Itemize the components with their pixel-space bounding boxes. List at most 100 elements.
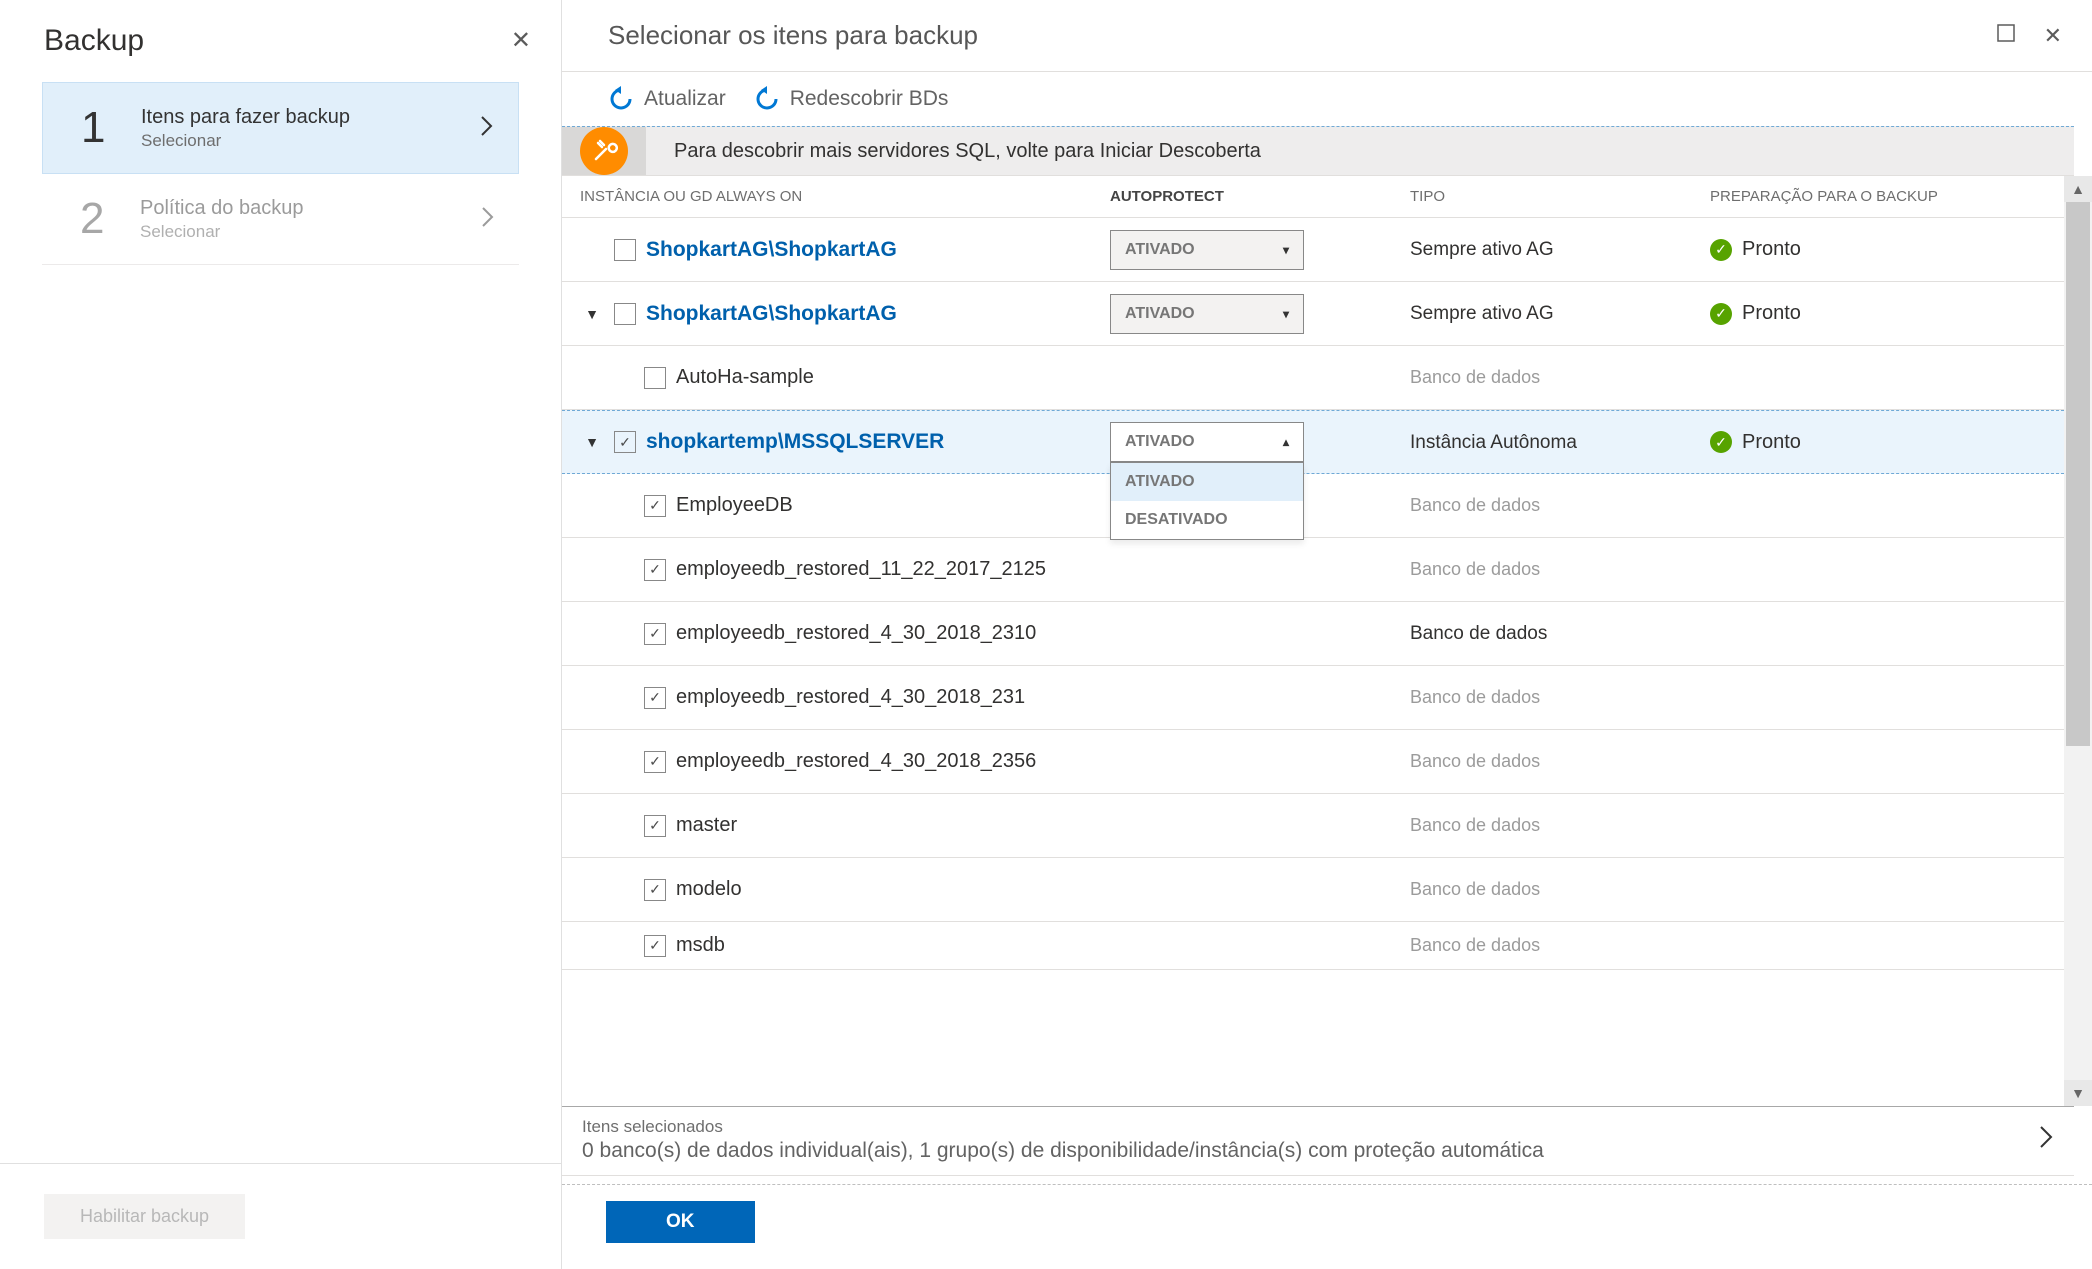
- check-circle-icon: ✓: [1710, 431, 1732, 453]
- table-row[interactable]: ✓ employeedb_restored_4_30_2018_231 Banc…: [562, 666, 2064, 730]
- chevron-down-icon: ▾: [1283, 307, 1289, 321]
- table-row[interactable]: ✓ employeedb_restored_4_30_2018_2310 Ban…: [562, 602, 2064, 666]
- table-row[interactable]: ✓ EmployeeDB Banco de dados: [562, 474, 2064, 538]
- table-row[interactable]: ▼ ✓ shopkartemp\MSSQLSERVER ATIVADO ▴ AT…: [562, 410, 2064, 474]
- checkbox[interactable]: [644, 367, 666, 389]
- autoprotect-dropdown[interactable]: ATIVADO ▾: [1110, 230, 1304, 270]
- ok-button[interactable]: OK: [606, 1201, 755, 1243]
- db-name: master: [676, 814, 737, 837]
- col-prep: PREPARAÇÃO PARA O BACKUP: [1710, 188, 2064, 205]
- autoprotect-dropdown[interactable]: ATIVADO ▴: [1110, 422, 1304, 462]
- col-instance: INSTÂNCIA OU GD ALWAYS ON: [580, 188, 1110, 205]
- checkbox[interactable]: ✓: [644, 879, 666, 901]
- check-circle-icon: ✓: [1710, 303, 1732, 325]
- close-icon[interactable]: ✕: [511, 29, 531, 53]
- step-backup-policy[interactable]: 2 Política do backup Selecionar: [42, 174, 519, 265]
- checkbox[interactable]: ✓: [644, 495, 666, 517]
- step-number: 2: [80, 194, 140, 244]
- left-panel: Backup ✕ 1 Itens para fazer backup Selec…: [0, 0, 562, 1269]
- check-circle-icon: ✓: [1710, 239, 1732, 261]
- checkbox[interactable]: ✓: [644, 935, 666, 957]
- info-bar: Para descobrir mais servidores SQL, volt…: [562, 126, 2074, 176]
- tipo-value: Banco de dados: [1410, 879, 1540, 899]
- step-subtitle: Selecionar: [141, 131, 480, 151]
- db-name: modelo: [676, 878, 742, 901]
- left-panel-title: Backup: [44, 24, 144, 58]
- step-title: Itens para fazer backup: [141, 106, 480, 129]
- checkbox[interactable]: ✓: [644, 815, 666, 837]
- table-row[interactable]: ✓ msdb Banco de dados: [562, 922, 2064, 970]
- step-subtitle: Selecionar: [140, 222, 481, 242]
- instance-name: ShopkartAG\ShopkartAG: [646, 238, 897, 262]
- enable-backup-button: Habilitar backup: [44, 1194, 245, 1239]
- tipo-value: Banco de dados: [1410, 367, 1540, 387]
- db-name: employeedb_restored_4_30_2018_2310: [676, 622, 1036, 645]
- autoprotect-dropdown-menu: ATIVADO DESATIVADO: [1110, 462, 1304, 540]
- info-bar-text: Para descobrir mais servidores SQL, volt…: [646, 127, 2074, 175]
- tipo-value: Banco de dados: [1410, 935, 1540, 955]
- chevron-right-icon: [2038, 1124, 2054, 1156]
- db-name: employeedb_restored_11_22_2017_2125: [676, 558, 1046, 581]
- ready-label: Pronto: [1742, 238, 1801, 261]
- refresh-icon: [754, 86, 780, 112]
- dropdown-option-on[interactable]: ATIVADO: [1111, 463, 1303, 501]
- table-row[interactable]: ShopkartAG\ShopkartAG ATIVADO ▾ Sempre a…: [562, 218, 2064, 282]
- tipo-value: Banco de dados: [1410, 559, 1540, 579]
- table-row[interactable]: ✓ master Banco de dados: [562, 794, 2064, 858]
- instance-name: shopkartemp\MSSQLSERVER: [646, 430, 944, 454]
- db-name: msdb: [676, 934, 725, 957]
- tipo-value: Sempre ativo AG: [1410, 239, 1554, 260]
- collapse-icon[interactable]: ▼: [580, 306, 604, 322]
- tools-icon: [580, 127, 628, 175]
- ready-label: Pronto: [1742, 431, 1801, 454]
- checkbox[interactable]: [614, 239, 636, 261]
- autoprotect-dropdown[interactable]: ATIVADO ▾: [1110, 294, 1304, 334]
- scroll-up-icon[interactable]: ▲: [2064, 176, 2092, 202]
- db-name: EmployeeDB: [676, 494, 793, 517]
- tipo-value: Banco de dados: [1410, 815, 1540, 835]
- table-row[interactable]: ✓ employeedb_restored_4_30_2018_2356 Ban…: [562, 730, 2064, 794]
- tipo-value: Banco de dados: [1410, 687, 1540, 707]
- table-row[interactable]: ▼ ShopkartAG\ShopkartAG ATIVADO ▾ Sempre…: [562, 282, 2064, 346]
- dropdown-option-off[interactable]: DESATIVADO: [1111, 501, 1303, 539]
- right-panel: Selecionar os itens para backup ✕ Atuali…: [562, 0, 2092, 1269]
- refresh-label: Atualizar: [644, 87, 726, 111]
- tipo-value: Banco de dados: [1410, 751, 1540, 771]
- checkbox[interactable]: ✓: [644, 623, 666, 645]
- table-row[interactable]: ✓ employeedb_restored_11_22_2017_2125 Ba…: [562, 538, 2064, 602]
- selected-items-summary[interactable]: Itens selecionados 0 banco(s) de dados i…: [562, 1106, 2074, 1176]
- maximize-icon[interactable]: [1996, 23, 2016, 49]
- tipo-value: Banco de dados: [1410, 495, 1540, 515]
- step-number: 1: [81, 103, 141, 153]
- step-title: Política do backup: [140, 197, 481, 220]
- col-autoprotect: AUTOPROTECT: [1110, 188, 1410, 205]
- close-icon[interactable]: ✕: [2044, 23, 2062, 49]
- vertical-scrollbar[interactable]: ▲ ▼: [2064, 176, 2092, 1106]
- chevron-right-icon: [481, 206, 495, 233]
- tipo-value: Instância Autônoma: [1410, 432, 1577, 453]
- table-header: INSTÂNCIA OU GD ALWAYS ON AUTOPROTECT TI…: [562, 176, 2064, 218]
- instance-name: ShopkartAG\ShopkartAG: [646, 302, 897, 326]
- chevron-up-icon: ▴: [1283, 435, 1289, 449]
- db-name: employeedb_restored_4_30_2018_231: [676, 686, 1025, 709]
- db-name: AutoHa-sample: [676, 366, 814, 389]
- summary-desc: 0 banco(s) de dados individual(ais), 1 g…: [582, 1139, 2038, 1163]
- checkbox[interactable]: [614, 303, 636, 325]
- step-items-to-backup[interactable]: 1 Itens para fazer backup Selecionar: [42, 82, 519, 174]
- checkbox[interactable]: ✓: [614, 431, 636, 453]
- tipo-value: Banco de dados: [1410, 623, 1547, 644]
- rediscover-label: Redescobrir BDs: [790, 87, 949, 111]
- tipo-value: Sempre ativo AG: [1410, 303, 1554, 324]
- collapse-icon[interactable]: ▼: [580, 434, 604, 450]
- checkbox[interactable]: ✓: [644, 559, 666, 581]
- refresh-icon: [608, 86, 634, 112]
- table-row[interactable]: AutoHa-sample Banco de dados: [562, 346, 2064, 410]
- checkbox[interactable]: ✓: [644, 751, 666, 773]
- scroll-down-icon[interactable]: ▼: [2064, 1080, 2092, 1106]
- chevron-right-icon: [480, 115, 494, 142]
- rediscover-button[interactable]: Redescobrir BDs: [754, 86, 949, 112]
- table-row[interactable]: ✓ modelo Banco de dados: [562, 858, 2064, 922]
- checkbox[interactable]: ✓: [644, 687, 666, 709]
- refresh-button[interactable]: Atualizar: [608, 86, 726, 112]
- scroll-thumb[interactable]: [2066, 202, 2090, 746]
